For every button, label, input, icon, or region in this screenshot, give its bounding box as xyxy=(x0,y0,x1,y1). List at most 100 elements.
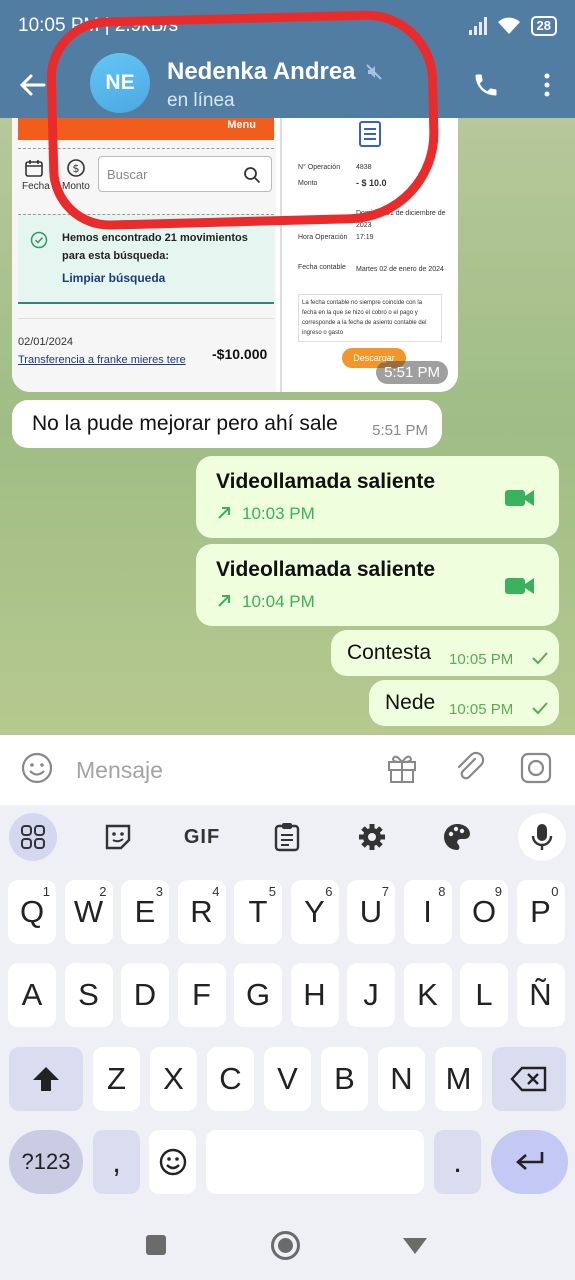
message-text: Contesta xyxy=(347,641,432,664)
backspace-key[interactable] xyxy=(492,1047,566,1111)
clipboard-icon xyxy=(274,823,300,852)
key-s[interactable]: S xyxy=(64,963,113,1027)
screenshot-bank-list: Menu Fecha $ Monto Buscar Hemos encontra… xyxy=(12,118,276,392)
palette-icon xyxy=(444,824,470,850)
key-u[interactable]: U7 xyxy=(347,880,395,944)
key-b[interactable]: B xyxy=(321,1047,368,1111)
video-camera-icon[interactable] xyxy=(505,488,535,508)
search-icon xyxy=(244,167,261,184)
hora-value: 17:19 xyxy=(356,234,374,241)
avatar[interactable]: NE xyxy=(90,53,150,113)
video-camera-icon[interactable] xyxy=(505,576,535,596)
message-time: 5:51 PM xyxy=(372,422,428,439)
emoji-key[interactable] xyxy=(149,1130,196,1194)
key-v[interactable]: V xyxy=(264,1047,311,1111)
contact-info[interactable]: Nedenka Andrea en línea xyxy=(167,58,453,112)
enter-key[interactable] xyxy=(491,1130,568,1194)
key-h[interactable]: H xyxy=(290,963,339,1027)
key-number-hint: 2 xyxy=(99,884,107,899)
apps-button[interactable] xyxy=(9,813,57,861)
key-i[interactable]: I8 xyxy=(403,880,452,944)
screenshot-operation-detail: N° Operación 4838 Monto - $ 10.0 Domingo… xyxy=(280,118,458,392)
key-f[interactable]: F xyxy=(177,963,226,1027)
key-c[interactable]: C xyxy=(207,1047,254,1111)
symbols-key[interactable]: ?123 xyxy=(9,1130,83,1194)
theme-button[interactable] xyxy=(433,813,481,861)
call-title: Videollamada saliente xyxy=(216,558,436,581)
clipboard-button[interactable] xyxy=(263,813,311,861)
system-navigation-bar xyxy=(0,1200,575,1280)
message-input[interactable]: Mensaje xyxy=(76,757,385,784)
incoming-message[interactable]: No la pude mejorar pero ahí sale 5:51 PM xyxy=(12,400,442,448)
voice-input-button[interactable] xyxy=(518,813,566,861)
period-key[interactable]: . xyxy=(434,1130,481,1194)
key-d[interactable]: D xyxy=(121,963,169,1027)
call-time: 10:04 PM xyxy=(242,592,315,611)
back-nav-button[interactable] xyxy=(402,1237,428,1255)
transaction-amount: -$10.000 xyxy=(212,346,268,362)
settings-button[interactable] xyxy=(348,813,396,861)
contact-status: en línea xyxy=(167,90,235,111)
key-l[interactable]: L xyxy=(460,963,508,1027)
gift-icon xyxy=(388,755,416,783)
call-button[interactable] xyxy=(453,71,519,99)
fc-value: Martes 02 de enero de 2024 xyxy=(356,266,444,273)
key-label: Q xyxy=(19,894,45,929)
key-g[interactable]: G xyxy=(234,963,282,1027)
image-time: 5:51 PM xyxy=(376,361,448,384)
key-e[interactable]: E3 xyxy=(121,880,169,944)
more-options-button[interactable] xyxy=(519,73,575,97)
key-k[interactable]: K xyxy=(403,963,452,1027)
key-p[interactable]: P0 xyxy=(516,880,565,944)
fc-note: La fecha contable no siempre coincide co… xyxy=(298,294,442,342)
key-n[interactable]: N xyxy=(378,1047,425,1111)
read-check-icon xyxy=(532,702,548,715)
key-m[interactable]: M xyxy=(435,1047,482,1111)
key-r[interactable]: R4 xyxy=(177,880,226,944)
gif-button[interactable]: GIF xyxy=(178,813,226,861)
key-label: C xyxy=(219,1061,242,1096)
key-y[interactable]: Y6 xyxy=(290,880,339,944)
recents-button[interactable] xyxy=(146,1235,166,1255)
comma-key[interactable]: , xyxy=(93,1130,140,1194)
check-circle-icon xyxy=(30,231,48,249)
emoji-button[interactable] xyxy=(20,751,60,790)
camera-button[interactable] xyxy=(519,751,559,790)
space-key[interactable] xyxy=(206,1130,424,1194)
call-title: Videollamada saliente xyxy=(216,470,436,493)
key-z[interactable]: Z xyxy=(93,1047,140,1111)
key-w[interactable]: W2 xyxy=(64,880,113,944)
chat-messages[interactable]: Menu Fecha $ Monto Buscar Hemos encontra… xyxy=(0,118,575,735)
outgoing-message[interactable]: Nede 10:05 PM xyxy=(369,680,559,726)
clear-search-link: Limpiar búsqueda xyxy=(62,271,166,285)
outgoing-message[interactable]: Contesta 10:05 PM xyxy=(331,630,559,676)
microphone-icon xyxy=(531,824,553,850)
key-o[interactable]: O9 xyxy=(460,880,508,944)
key-j[interactable]: J xyxy=(347,963,395,1027)
shift-key[interactable] xyxy=(9,1047,83,1111)
image-message[interactable]: Menu Fecha $ Monto Buscar Hemos encontra… xyxy=(12,118,458,392)
fc-label: Fecha contable xyxy=(298,264,346,271)
monto-value: - $ 10.0 xyxy=(356,178,387,188)
key-label: B xyxy=(334,1061,355,1096)
dollar-icon: $ xyxy=(67,159,85,177)
outgoing-call-message[interactable]: Videollamada saliente 10:03 PM xyxy=(196,456,559,538)
key-number-hint: 3 xyxy=(155,884,163,899)
attach-button[interactable] xyxy=(453,751,493,790)
bank-menu-bar: Menu xyxy=(18,118,274,140)
outgoing-call-message[interactable]: Videollamada saliente 10:04 PM xyxy=(196,544,559,626)
key-t[interactable]: T5 xyxy=(234,880,282,944)
gift-button[interactable] xyxy=(385,751,425,790)
key-label: I xyxy=(423,894,432,929)
home-button[interactable] xyxy=(271,1231,300,1260)
key-x[interactable]: X xyxy=(150,1047,197,1111)
back-button[interactable] xyxy=(0,74,66,96)
monto-label: Monto xyxy=(298,180,318,187)
sticker-button[interactable] xyxy=(94,813,142,861)
emoji-icon xyxy=(21,752,53,783)
key-ñ[interactable]: Ñ xyxy=(516,963,565,1027)
key-q[interactable]: Q1 xyxy=(8,880,56,944)
key-label: F xyxy=(192,977,211,1012)
key-a[interactable]: A xyxy=(8,963,56,1027)
calendar-icon xyxy=(25,160,43,177)
